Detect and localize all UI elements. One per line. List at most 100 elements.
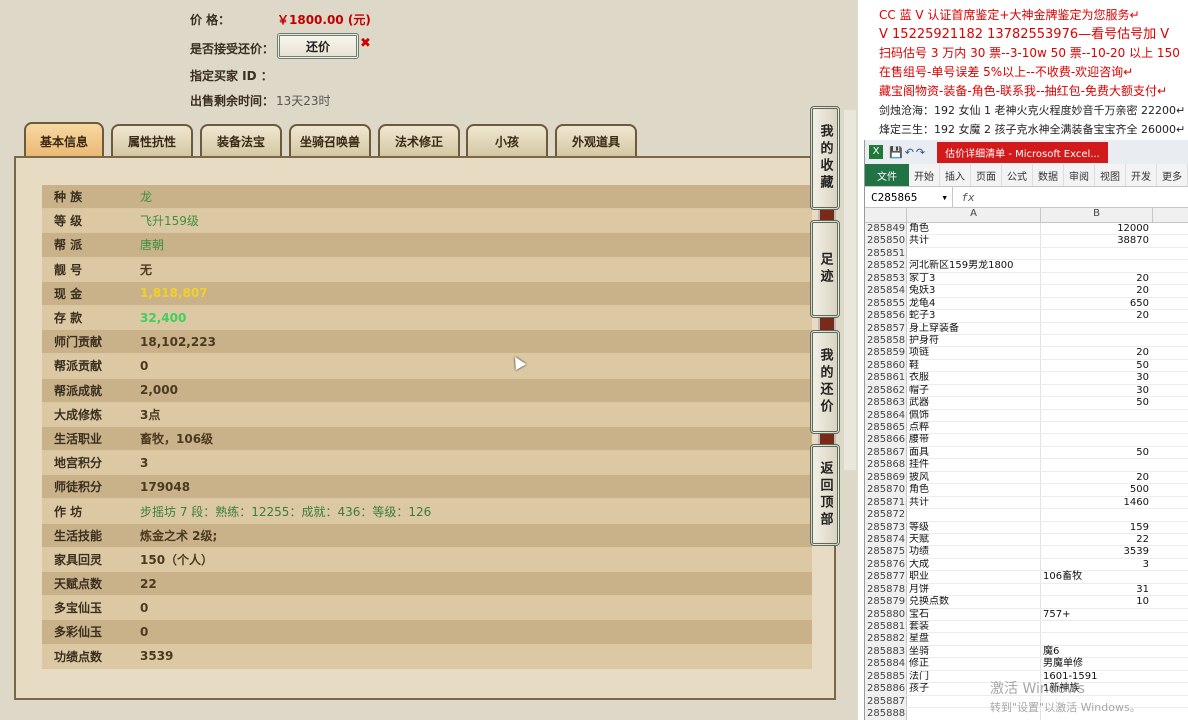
row-number[interactable]: 285882	[865, 633, 907, 645]
cell-a[interactable]: 腰带	[907, 434, 1041, 446]
tab-children[interactable]: 小孩	[466, 124, 548, 156]
cell-b[interactable]: 魔6	[1041, 646, 1153, 657]
cell-a[interactable]: 宝石	[907, 608, 1041, 620]
page-scrollbar[interactable]	[844, 110, 856, 470]
ribbon-tab-data[interactable]: 数据	[1033, 164, 1064, 186]
cell-b[interactable]	[1041, 323, 1153, 334]
cell-b[interactable]: 22	[1041, 534, 1153, 545]
row-number[interactable]: 285868	[865, 459, 907, 471]
cell-b[interactable]	[1041, 248, 1153, 259]
tab-spell-correction[interactable]: 法术修正	[378, 124, 460, 156]
row-number[interactable]: 285851	[865, 247, 907, 260]
footprints-button[interactable]: 足迹	[810, 220, 840, 318]
cell-b[interactable]: 500	[1041, 484, 1153, 495]
column-header-a[interactable]: A	[907, 208, 1041, 222]
row-number[interactable]: 285888	[865, 708, 907, 720]
ribbon-tab-formulas[interactable]: 公式	[1002, 164, 1033, 186]
my-counteroffers-button[interactable]: 我的还价	[810, 330, 840, 434]
row-number[interactable]: 285885	[865, 670, 907, 683]
cell-a[interactable]: 兑换点数	[907, 596, 1041, 608]
cell-a[interactable]: 披风	[907, 471, 1041, 484]
row-number[interactable]: 285853	[865, 272, 907, 285]
row-number[interactable]: 285863	[865, 397, 907, 409]
cell-b[interactable]: 20	[1041, 285, 1153, 296]
cell-a[interactable]: 佩饰	[907, 409, 1041, 421]
cell-a[interactable]: 帽子	[907, 384, 1041, 397]
cell-b[interactable]: 50	[1041, 360, 1153, 371]
row-number[interactable]: 285857	[865, 322, 907, 334]
ribbon-tab-review[interactable]: 审阅	[1064, 164, 1095, 186]
cell-a[interactable]: 家丁3	[907, 272, 1041, 285]
cell-a[interactable]: 武器	[907, 397, 1041, 409]
row-number[interactable]: 285884	[865, 658, 907, 670]
cell-a[interactable]: 职业	[907, 571, 1041, 583]
row-number[interactable]: 285866	[865, 434, 907, 446]
cell-b[interactable]: 20	[1041, 273, 1153, 284]
row-number[interactable]: 285887	[865, 695, 907, 708]
cell-b[interactable]: 10	[1041, 596, 1153, 607]
tab-attributes[interactable]: 属性抗性	[111, 124, 193, 156]
ribbon-tab-view[interactable]: 视图	[1095, 164, 1126, 186]
close-icon[interactable]: ✖	[360, 36, 371, 51]
cell-a[interactable]: 身上穿装备	[907, 322, 1041, 334]
row-number[interactable]: 285862	[865, 384, 907, 397]
cell-b[interactable]	[1041, 459, 1153, 470]
row-number[interactable]: 285854	[865, 285, 907, 297]
cell-a[interactable]: 等级	[907, 521, 1041, 533]
cell-b[interactable]: 30	[1041, 372, 1153, 383]
chevron-down-icon[interactable]: ▾	[941, 191, 948, 204]
cell-a[interactable]	[907, 509, 1041, 521]
cell-b[interactable]: 12000	[1041, 223, 1153, 234]
cell-b[interactable]: 20	[1041, 310, 1153, 321]
row-number[interactable]: 285858	[865, 334, 907, 347]
row-number[interactable]: 285870	[865, 484, 907, 496]
cell-b[interactable]	[1041, 422, 1153, 433]
cell-b[interactable]: 20	[1041, 347, 1153, 358]
row-number[interactable]: 285873	[865, 521, 907, 533]
counter-offer-button[interactable]: 还价	[277, 33, 359, 59]
cell-b[interactable]	[1041, 335, 1153, 346]
cell-b[interactable]: 31	[1041, 584, 1153, 595]
cell-b[interactable]: 650	[1041, 298, 1153, 309]
cell-b[interactable]: 50	[1041, 447, 1153, 458]
cell-a[interactable]: 共计	[907, 496, 1041, 509]
row-number[interactable]: 285880	[865, 608, 907, 620]
row-number[interactable]: 285849	[865, 223, 907, 235]
cell-a[interactable]: 修正	[907, 658, 1041, 670]
cell-a[interactable]: 鞋	[907, 359, 1041, 372]
cell-a[interactable]: 龙龟4	[907, 297, 1041, 310]
tab-appearance[interactable]: 外观道具	[555, 124, 637, 156]
row-number[interactable]: 285874	[865, 533, 907, 546]
cell-a[interactable]: 护身符	[907, 334, 1041, 347]
ribbon-tab-file[interactable]: 文件	[865, 164, 909, 186]
cell-a[interactable]: 蛇子3	[907, 310, 1041, 322]
cell-a[interactable]: 挂件	[907, 459, 1041, 471]
cell-a[interactable]: 天赋	[907, 533, 1041, 546]
row-number[interactable]: 285860	[865, 359, 907, 372]
row-number[interactable]: 285878	[865, 583, 907, 596]
row-number[interactable]: 285875	[865, 546, 907, 558]
cell-a[interactable]: 角色	[907, 223, 1041, 235]
cell-a[interactable]: 河北新区159男龙1800	[907, 260, 1041, 272]
cell-a[interactable]: 月饼	[907, 583, 1041, 596]
tab-equipment[interactable]: 装备法宝	[200, 124, 282, 156]
row-number[interactable]: 285876	[865, 558, 907, 571]
tab-basic-info[interactable]: 基本信息	[24, 122, 104, 158]
cell-b[interactable]	[1041, 509, 1153, 520]
cell-b[interactable]	[1041, 260, 1153, 271]
cell-a[interactable]: 衣服	[907, 372, 1041, 384]
cell-b[interactable]: 1460	[1041, 497, 1153, 508]
ribbon-tab-insert[interactable]: 插入	[940, 164, 971, 186]
row-number[interactable]: 285871	[865, 496, 907, 509]
column-header-b[interactable]: B	[1041, 208, 1153, 222]
cell-a[interactable]: 角色	[907, 484, 1041, 496]
cell-b[interactable]: 757+	[1041, 609, 1153, 620]
cell-a[interactable]: 功绩	[907, 546, 1041, 558]
row-number[interactable]: 285864	[865, 409, 907, 421]
row-number[interactable]: 285879	[865, 596, 907, 608]
row-number[interactable]: 285852	[865, 260, 907, 272]
row-number[interactable]: 285865	[865, 422, 907, 434]
cell-b[interactable]: 38870	[1041, 235, 1153, 246]
cell-a[interactable]	[907, 247, 1041, 260]
cell-a[interactable]: 大成	[907, 558, 1041, 571]
